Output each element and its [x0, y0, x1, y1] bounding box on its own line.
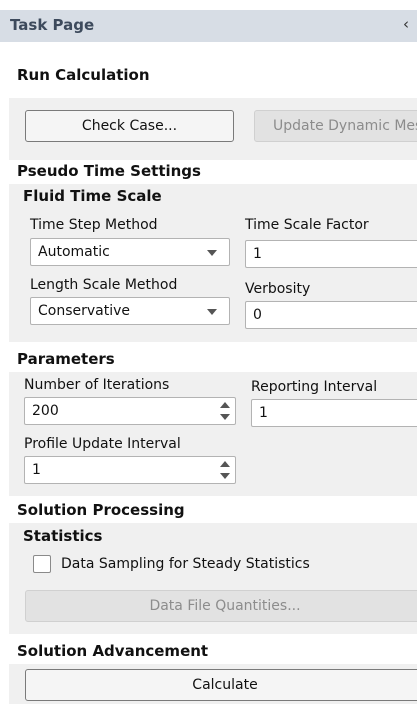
verbosity-input[interactable]: 0	[245, 301, 417, 329]
number-of-iterations-value: 200	[32, 403, 59, 419]
time-step-method-dropdown[interactable]: Automatic	[30, 238, 230, 266]
time-step-method-value: Automatic	[38, 244, 110, 260]
fluid-time-scale-heading: Fluid Time Scale	[23, 187, 162, 205]
verbosity-label: Verbosity	[245, 281, 311, 297]
profile-update-interval-stepper[interactable]: 1	[24, 456, 236, 484]
number-of-iterations-label: Number of Iterations	[24, 377, 170, 393]
time-scale-factor-value: 1	[253, 246, 262, 262]
spinner-arrows-icon[interactable]	[219, 401, 231, 423]
profile-update-interval-label: Profile Update Interval	[24, 436, 181, 452]
solution-advancement-heading: Solution Advancement	[17, 642, 209, 660]
data-file-quantities-button[interactable]: Data File Quantities...	[25, 590, 417, 622]
verbosity-value: 0	[253, 307, 262, 323]
number-of-iterations-stepper[interactable]: 200	[24, 397, 236, 425]
calculate-button[interactable]: Calculate	[25, 669, 417, 701]
check-case-button[interactable]: Check Case...	[25, 110, 234, 142]
data-sampling-label[interactable]: Data Sampling for Steady Statistics	[61, 556, 310, 572]
collapse-icon[interactable]: ‹	[403, 15, 409, 33]
time-step-method-label: Time Step Method	[30, 217, 158, 233]
length-scale-method-value: Conservative	[38, 303, 131, 319]
update-dynamic-mesh-button[interactable]: Update Dynamic Mes	[254, 110, 417, 142]
length-scale-method-label: Length Scale Method	[30, 277, 178, 293]
chevron-down-icon	[207, 250, 217, 256]
time-scale-factor-input[interactable]: 1	[245, 240, 417, 268]
pseudo-time-settings-heading: Pseudo Time Settings	[17, 162, 201, 180]
profile-update-interval-value: 1	[32, 462, 41, 478]
solution-processing-heading: Solution Processing	[17, 501, 185, 519]
reporting-interval-stepper[interactable]: 1	[251, 399, 417, 427]
spinner-arrows-icon[interactable]	[219, 460, 231, 482]
reporting-interval-label: Reporting Interval	[251, 379, 378, 395]
time-scale-factor-label: Time Scale Factor	[245, 217, 369, 233]
panel-title: Task Page	[10, 16, 95, 34]
data-sampling-checkbox[interactable]	[33, 555, 51, 573]
reporting-interval-value: 1	[259, 405, 268, 421]
statistics-heading: Statistics	[23, 527, 103, 545]
length-scale-method-dropdown[interactable]: Conservative	[30, 297, 230, 325]
run-calculation-heading: Run Calculation	[17, 66, 150, 84]
task-page-header: Task Page ‹	[0, 10, 417, 42]
chevron-down-icon	[207, 309, 217, 315]
parameters-heading: Parameters	[17, 350, 115, 368]
